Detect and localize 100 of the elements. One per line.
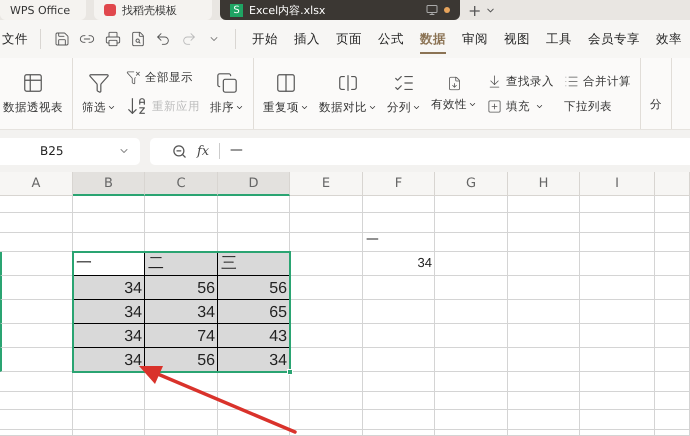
cell[interactable] [508, 196, 580, 213]
column-header[interactable]: I [580, 172, 655, 196]
column-header[interactable]: D [218, 172, 290, 196]
ribbon-button[interactable]: 有效性 [428, 72, 480, 116]
cell[interactable] [218, 372, 290, 392]
cell[interactable] [363, 348, 435, 372]
menu-tab[interactable]: 开始 [252, 24, 278, 54]
ribbon-button[interactable]: 全部显示 [126, 70, 200, 85]
cell[interactable] [508, 252, 580, 276]
caret-icon[interactable] [412, 103, 421, 112]
cell[interactable] [435, 324, 508, 348]
cell[interactable] [73, 410, 145, 430]
ribbon-button[interactable]: 下拉列表 [564, 98, 631, 114]
cell[interactable] [435, 300, 508, 324]
function-button[interactable]: fx [197, 144, 210, 158]
column-header[interactable]: F [363, 172, 435, 196]
cell[interactable] [580, 300, 655, 324]
cell[interactable] [73, 372, 145, 392]
cell[interactable] [363, 392, 435, 410]
cell[interactable] [435, 410, 508, 430]
caret-icon[interactable] [107, 103, 116, 112]
cell[interactable] [435, 252, 508, 276]
cell[interactable] [0, 213, 73, 233]
cell[interactable] [508, 348, 580, 372]
cell[interactable] [655, 430, 690, 436]
ribbon-button[interactable]: 分 [647, 58, 665, 129]
cell[interactable] [145, 196, 218, 213]
cell[interactable] [73, 213, 145, 233]
zoom-out-icon[interactable] [172, 144, 187, 158]
cell[interactable] [363, 213, 435, 233]
cell[interactable] [0, 348, 73, 372]
undo-icon[interactable] [155, 31, 172, 47]
cell[interactable] [0, 430, 73, 436]
cell[interactable] [508, 410, 580, 430]
cell[interactable] [290, 276, 363, 300]
cell[interactable] [580, 213, 655, 233]
ribbon-button[interactable]: 合并计算 [564, 74, 631, 88]
ribbon-button[interactable]: 填充 [487, 98, 554, 114]
cell[interactable] [290, 196, 363, 213]
cell[interactable] [363, 372, 435, 392]
cell[interactable] [655, 300, 690, 324]
print-icon[interactable] [104, 31, 121, 47]
cell[interactable] [73, 392, 145, 410]
cell[interactable] [0, 196, 73, 213]
cell[interactable] [363, 276, 435, 300]
save-icon[interactable] [54, 31, 70, 47]
ribbon-button[interactable]: 重复项 [260, 68, 312, 119]
cell[interactable] [0, 233, 73, 252]
cell[interactable] [0, 252, 73, 276]
new-tab-button[interactable]: + [468, 0, 482, 20]
cell[interactable] [435, 392, 508, 410]
cell[interactable] [145, 213, 218, 233]
cell[interactable] [290, 348, 363, 372]
cell[interactable] [580, 324, 655, 348]
formula-field[interactable]: fx 一 [150, 138, 690, 164]
name-box[interactable]: B25 [0, 138, 140, 164]
cell[interactable] [580, 348, 655, 372]
cell[interactable] [655, 276, 690, 300]
caret-icon[interactable] [368, 103, 377, 112]
cell[interactable] [655, 233, 690, 252]
cell[interactable] [0, 300, 73, 324]
cell[interactable] [290, 324, 363, 348]
column-header[interactable]: E [290, 172, 363, 196]
menu-tab[interactable]: 数据 [420, 24, 446, 54]
cell[interactable] [218, 213, 290, 233]
ribbon-button[interactable]: 分列 [384, 68, 424, 119]
cell[interactable] [290, 392, 363, 410]
cell[interactable] [0, 392, 73, 410]
cell[interactable] [508, 392, 580, 410]
cell[interactable] [218, 430, 290, 436]
cell[interactable] [363, 430, 435, 436]
cell[interactable] [580, 233, 655, 252]
cell[interactable] [363, 410, 435, 430]
cell[interactable] [0, 372, 73, 392]
cell[interactable] [145, 430, 218, 436]
preview-icon[interactable] [130, 31, 146, 47]
document-tab[interactable]: WPS Office [0, 0, 86, 20]
cell[interactable] [580, 276, 655, 300]
cell[interactable] [290, 410, 363, 430]
cell[interactable] [508, 233, 580, 252]
cell[interactable] [580, 392, 655, 410]
caret-icon[interactable] [300, 103, 309, 112]
cell[interactable] [655, 410, 690, 430]
cell[interactable] [655, 324, 690, 348]
ribbon-button[interactable]: 筛选 [79, 68, 119, 119]
cell[interactable] [0, 410, 73, 430]
ribbon-button[interactable]: 查找录入 [487, 74, 554, 88]
cell[interactable] [0, 324, 73, 348]
cell[interactable] [290, 372, 363, 392]
cell[interactable] [580, 430, 655, 436]
cell[interactable] [580, 410, 655, 430]
cell[interactable] [73, 196, 145, 213]
column-header[interactable]: A [0, 172, 73, 196]
cell[interactable] [508, 276, 580, 300]
cell[interactable] [580, 252, 655, 276]
column-header[interactable]: B [73, 172, 145, 196]
cell[interactable] [363, 196, 435, 213]
cell[interactable] [435, 213, 508, 233]
menu-tab[interactable]: 会员专享 [588, 24, 640, 54]
caret-icon[interactable] [235, 103, 244, 112]
